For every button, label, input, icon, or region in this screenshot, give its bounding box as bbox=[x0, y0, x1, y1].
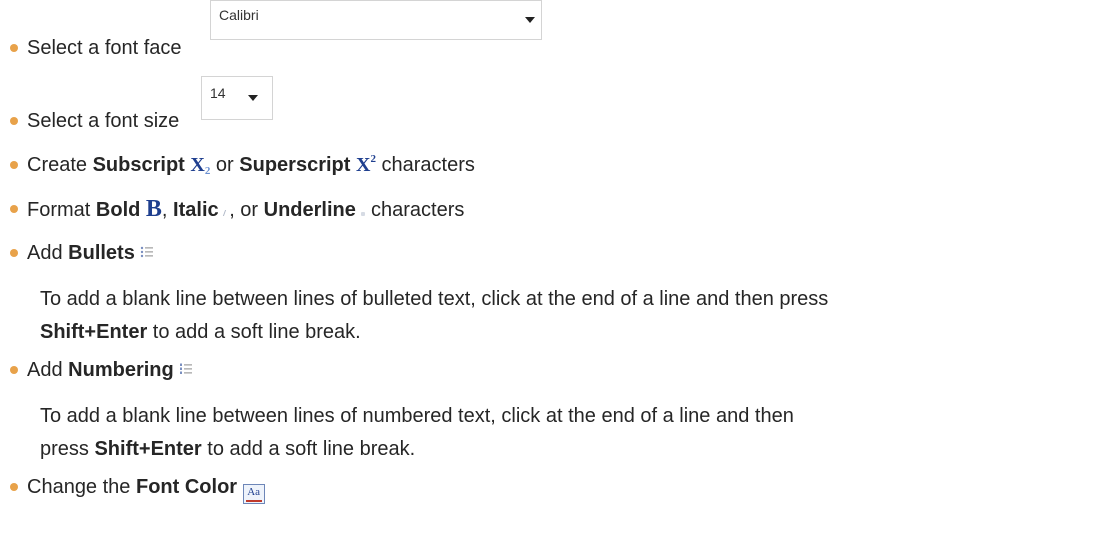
font-color-term: Font Color bbox=[135, 476, 238, 498]
font-color-icon[interactable]: Aa bbox=[242, 484, 265, 504]
bold-icon[interactable]: B bbox=[146, 196, 162, 222]
list-item-font-face: Select a font face bbox=[27, 35, 182, 61]
superscript-icon-mark: 2 bbox=[370, 153, 376, 165]
bulleted-list-icon[interactable] bbox=[140, 245, 154, 259]
font-face-label: Select a font face bbox=[27, 37, 182, 59]
note-text: To add a blank line between lines of bul… bbox=[40, 288, 829, 310]
text-segment: Create bbox=[27, 154, 93, 176]
bullet-dot bbox=[10, 205, 18, 213]
subscript-term: Subscript bbox=[92, 154, 185, 176]
subscript-icon-mark: 2 bbox=[204, 165, 211, 177]
note-text: To add a blank line between lines of num… bbox=[40, 405, 794, 427]
text-segment: or bbox=[210, 154, 240, 176]
shortcut-text: Shift+Enter bbox=[94, 438, 202, 460]
italic-term: Italic bbox=[173, 199, 219, 221]
font-size-label: Select a font size bbox=[27, 110, 180, 132]
font-color-icon-glyph: Aa bbox=[247, 486, 261, 498]
bullet-dot bbox=[10, 483, 18, 491]
bullet-dot bbox=[10, 366, 18, 374]
bullet-dot bbox=[10, 161, 18, 169]
list-item-font-size: Select a font size bbox=[27, 108, 179, 134]
numbering-note: To add a blank line between lines of num… bbox=[40, 400, 1100, 466]
list-item-numbering: Add Numbering bbox=[27, 357, 193, 383]
text-segment: Format bbox=[27, 199, 96, 221]
bullet-dot bbox=[10, 249, 18, 257]
numbering-term: Numbering bbox=[68, 359, 174, 381]
subscript-icon-base: X bbox=[190, 154, 205, 176]
underline-term: Underline bbox=[263, 199, 356, 221]
bullet-dot bbox=[10, 44, 18, 52]
chevron-down-icon bbox=[525, 17, 535, 23]
text-segment: characters bbox=[381, 154, 475, 176]
list-item-bullets: Add Bullets bbox=[27, 240, 154, 266]
font-face-select[interactable]: Calibri bbox=[210, 0, 542, 40]
font-face-value: Calibri bbox=[219, 7, 259, 23]
numbered-list-icon[interactable] bbox=[179, 362, 193, 376]
bullet-dot bbox=[10, 117, 18, 125]
superscript-term: Superscript bbox=[239, 154, 351, 176]
text-segment: , or bbox=[229, 199, 264, 221]
superscript-icon-base: X bbox=[355, 154, 371, 176]
note-text: press bbox=[40, 438, 95, 460]
bullets-note: To add a blank line between lines of bul… bbox=[40, 283, 1100, 349]
bold-term: Bold bbox=[95, 199, 141, 221]
list-item-format: Format Bold B, Italic , or Underline cha… bbox=[27, 196, 464, 223]
list-item-font-color: Change the Font Color Aa bbox=[27, 474, 265, 504]
font-size-select[interactable]: 14 bbox=[201, 76, 273, 120]
text-segment: , bbox=[161, 199, 174, 221]
list-item-script: Create Subscript X2 or Superscript X2 ch… bbox=[27, 152, 475, 181]
note-text: to add a soft line break. bbox=[201, 438, 416, 460]
chevron-down-icon bbox=[248, 95, 258, 101]
text-segment: Change the bbox=[27, 476, 136, 498]
note-text: to add a soft line break. bbox=[147, 321, 361, 343]
font-size-value: 14 bbox=[210, 85, 226, 101]
superscript-icon[interactable]: X2 bbox=[356, 152, 376, 181]
text-segment: Add bbox=[27, 359, 69, 381]
text-segment: characters bbox=[371, 199, 465, 221]
shortcut-text: Shift+Enter bbox=[40, 321, 148, 343]
bullets-term: Bullets bbox=[68, 242, 135, 264]
subscript-icon[interactable]: X2 bbox=[190, 152, 210, 181]
text-segment: Add bbox=[27, 242, 69, 264]
underline-icon[interactable] bbox=[361, 212, 366, 216]
